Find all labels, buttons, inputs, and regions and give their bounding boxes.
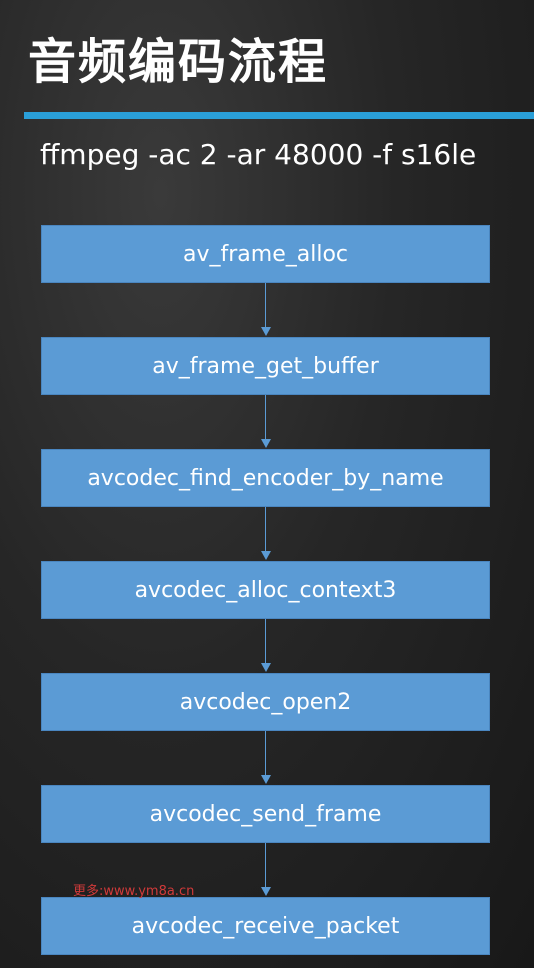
page-title: 音频编码流程 [28, 34, 329, 90]
flow-step-av-frame-alloc: av_frame_alloc [41, 225, 490, 283]
arrow-down-icon [261, 663, 271, 672]
arrow-down-icon [261, 887, 271, 896]
title-divider [24, 112, 534, 119]
flow-step-alloc-context: avcodec_alloc_context3 [41, 561, 490, 619]
flow-connector [265, 619, 266, 663]
arrow-down-icon [261, 551, 271, 560]
arrow-down-icon [261, 775, 271, 784]
flow-connector [265, 283, 266, 327]
arrow-down-icon [261, 439, 271, 448]
watermark-text: 更多:www.ym8a.cn [73, 884, 195, 899]
flow-step-send-frame: avcodec_send_frame [41, 785, 490, 843]
flow-step-av-frame-get-buffer: av_frame_get_buffer [41, 337, 490, 395]
flow-connector [265, 395, 266, 439]
flow-connector [265, 843, 266, 887]
arrow-down-icon [261, 327, 271, 336]
flow-step-find-encoder: avcodec_find_encoder_by_name [41, 449, 490, 507]
flow-step-receive-packet: avcodec_receive_packet [41, 897, 490, 955]
flow-connector [265, 731, 266, 775]
ffmpeg-command: ffmpeg -ac 2 -ar 48000 -f s16le [40, 138, 477, 171]
flow-step-open: avcodec_open2 [41, 673, 490, 731]
flow-connector [265, 507, 266, 551]
